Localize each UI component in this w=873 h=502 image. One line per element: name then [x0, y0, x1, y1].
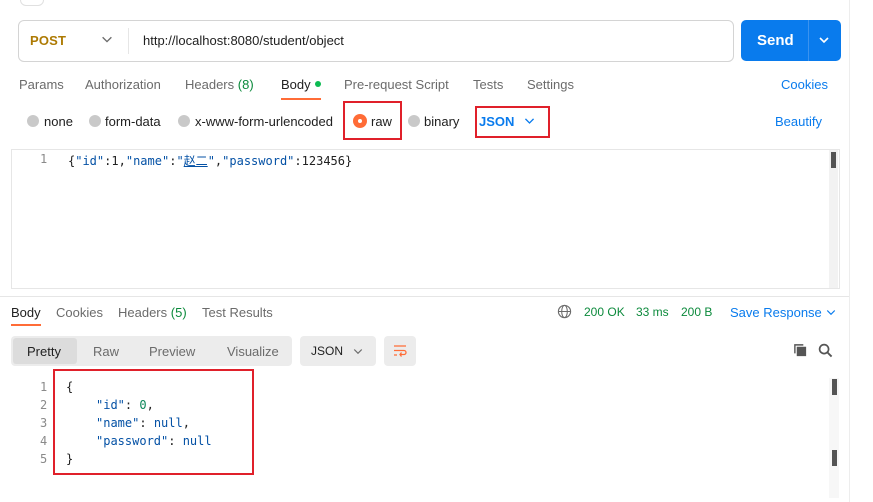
- radio-binary-label[interactable]: binary: [424, 114, 459, 129]
- active-tab-underline: [281, 98, 321, 100]
- line-number: 2: [40, 398, 48, 412]
- json-value: 1: [111, 154, 119, 168]
- method-select[interactable]: POST: [30, 33, 66, 48]
- radio-none-label[interactable]: none: [44, 114, 73, 129]
- line-number: 4: [40, 434, 48, 448]
- tab-tests[interactable]: Tests: [473, 77, 503, 92]
- chevron-down-icon[interactable]: [825, 306, 837, 318]
- status-code[interactable]: 200 OK: [584, 305, 625, 319]
- response-tab-headers-label: Headers: [118, 305, 168, 320]
- url-bar: [18, 20, 734, 62]
- radio-form-data-label[interactable]: form-data: [105, 114, 161, 129]
- send-divider: [808, 20, 809, 61]
- response-time[interactable]: 33 ms: [636, 305, 669, 319]
- radio-raw-label[interactable]: raw: [371, 114, 392, 129]
- json-key: "password": [222, 154, 295, 168]
- chevron-down-icon[interactable]: [523, 114, 536, 127]
- view-raw[interactable]: Raw: [93, 344, 119, 359]
- tab-pre-request-script[interactable]: Pre-request Script: [344, 77, 449, 92]
- chevron-down-icon[interactable]: [352, 345, 364, 357]
- view-visualize[interactable]: Visualize: [227, 344, 279, 359]
- tab-body-label: Body: [281, 77, 311, 92]
- copy-icon[interactable]: [793, 343, 808, 358]
- chevron-down-icon[interactable]: [816, 32, 832, 48]
- headers-count-badge: (5): [170, 305, 187, 320]
- request-body-code[interactable]: {"id":1,"name":"赵二","password":123456}: [68, 152, 352, 169]
- quote: ": [207, 154, 215, 168]
- tab-authorization[interactable]: Authorization: [85, 77, 161, 92]
- response-tab-body[interactable]: Body: [11, 305, 41, 320]
- json-value: 赵二: [183, 154, 208, 168]
- globe-icon[interactable]: [557, 304, 572, 319]
- headers-count-badge: (8): [237, 77, 254, 92]
- top-tab-fragment: [20, 0, 44, 6]
- view-preview[interactable]: Preview: [149, 344, 195, 359]
- request-editor-scrollbar[interactable]: [829, 150, 838, 288]
- highlight-box-response: [53, 369, 254, 475]
- wrap-lines-icon[interactable]: [392, 343, 408, 359]
- beautify-link[interactable]: Beautify: [775, 114, 822, 129]
- url-separator: [128, 28, 129, 54]
- radio-urlencoded[interactable]: [178, 115, 190, 127]
- response-tab-test-results[interactable]: Test Results: [202, 305, 273, 320]
- response-format-label[interactable]: JSON: [311, 344, 343, 358]
- colon: :: [294, 154, 302, 168]
- quote: ": [176, 154, 184, 168]
- scrollbar-thumb[interactable]: [831, 152, 836, 168]
- radio-binary[interactable]: [408, 115, 420, 127]
- radio-raw[interactable]: [354, 115, 366, 127]
- view-pretty[interactable]: Pretty: [27, 344, 61, 359]
- comma: ,: [118, 154, 126, 168]
- body-format-select[interactable]: JSON: [479, 114, 514, 129]
- panel-divider[interactable]: [0, 296, 850, 297]
- radio-urlencoded-label[interactable]: x-www-form-urlencoded: [195, 114, 333, 129]
- chevron-down-icon[interactable]: [100, 32, 114, 46]
- json-value: 123456: [301, 154, 345, 168]
- response-scrollbar[interactable]: [829, 378, 839, 498]
- brace: }: [345, 154, 353, 168]
- line-number: 5: [40, 452, 48, 466]
- tab-headers-label: Headers: [185, 77, 235, 92]
- tab-headers[interactable]: Headers (8): [185, 77, 254, 92]
- scrollbar-thumb[interactable]: [832, 379, 837, 395]
- request-body-editor[interactable]: [11, 149, 840, 289]
- json-key: "id": [75, 154, 105, 168]
- tab-params[interactable]: Params: [19, 77, 64, 92]
- radio-form-data[interactable]: [89, 115, 101, 127]
- cookies-link[interactable]: Cookies: [781, 77, 828, 92]
- response-tab-cookies[interactable]: Cookies: [56, 305, 103, 320]
- response-tab-headers[interactable]: Headers (5): [118, 305, 187, 320]
- tab-settings[interactable]: Settings: [527, 77, 574, 92]
- response-size[interactable]: 200 B: [681, 305, 712, 319]
- tab-body[interactable]: Body: [281, 77, 321, 92]
- active-tab-underline: [11, 324, 41, 326]
- send-button-label[interactable]: Send: [757, 32, 794, 49]
- line-number: 3: [40, 416, 48, 430]
- right-border: [849, 0, 850, 502]
- json-key: "name": [125, 154, 170, 168]
- url-input[interactable]: http://localhost:8080/student/object: [143, 33, 344, 48]
- search-icon[interactable]: [818, 343, 833, 358]
- radio-none[interactable]: [27, 115, 39, 127]
- line-number: 1: [40, 152, 48, 166]
- line-number: 1: [40, 380, 48, 394]
- save-response-button[interactable]: Save Response: [730, 305, 822, 320]
- body-indicator-dot: [314, 81, 321, 87]
- scrollbar-thumb[interactable]: [832, 450, 837, 466]
